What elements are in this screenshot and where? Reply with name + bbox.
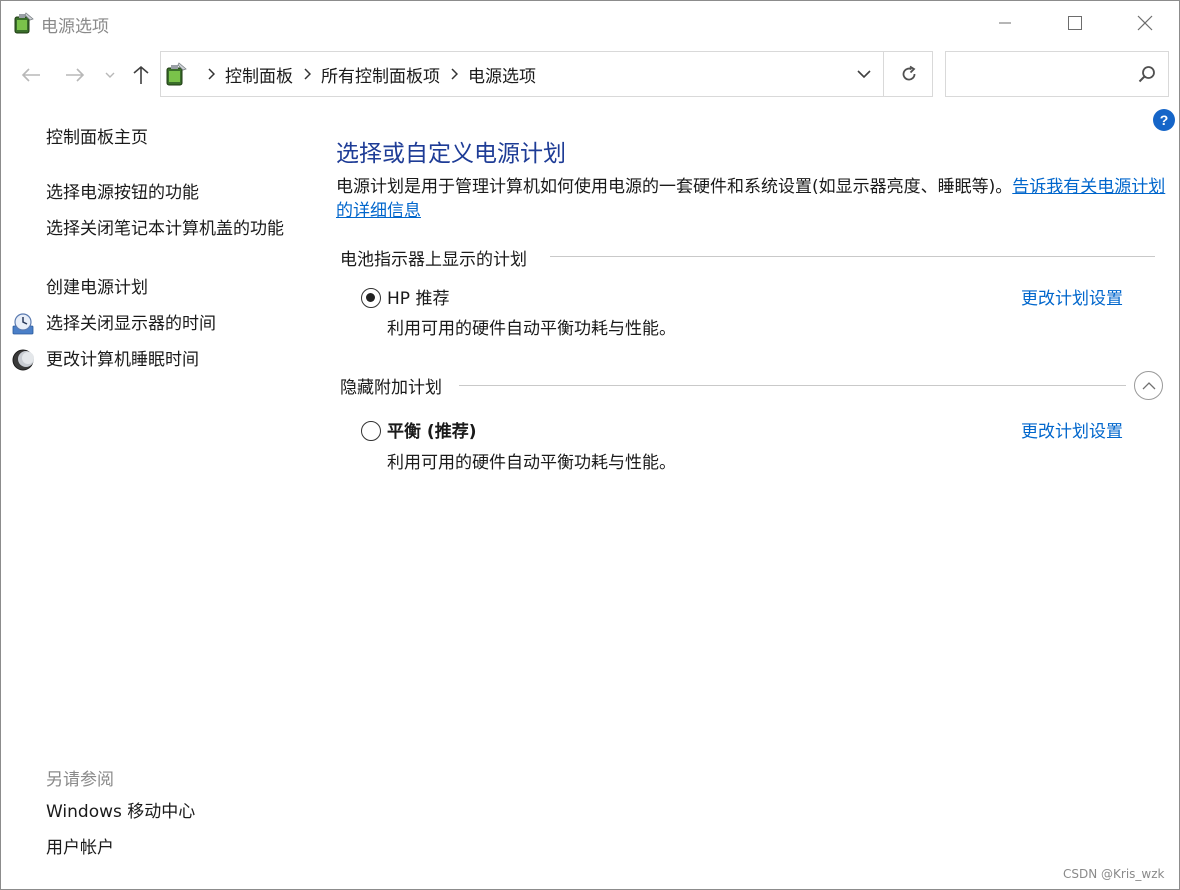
hidden-plans-header: 隐藏附加计划 [340,378,442,398]
sidebar-link-create-plan[interactable]: 创建电源计划 [46,276,148,300]
page-title: 选择或自定义电源计划 [336,141,566,167]
refresh-icon [902,65,916,81]
see-also-mobility-center[interactable]: Windows 移动中心 [46,800,195,824]
moon-sleep-icon [11,348,35,372]
breadcrumb-power-options[interactable]: 电源选项 [468,62,536,87]
sidebar-link-display-off[interactable]: 选择关闭显示器的时间 [46,312,216,336]
sidebar-home-link[interactable]: 控制面板主页 [46,126,148,150]
plan-radio-balanced[interactable] [361,421,381,441]
plan-radio-hp[interactable] [361,288,381,308]
watermark-text: CSDN @Kris_wzk [1063,867,1165,881]
change-plan-settings-link-balanced[interactable]: 更改计划设置 [1021,417,1123,442]
maximize-button[interactable] [1040,1,1110,45]
plan-description-balanced: 利用可用的硬件自动平衡功耗与性能。 [387,453,676,473]
maximize-icon [1068,16,1082,30]
close-icon [1137,15,1153,31]
chevron-right-icon[interactable] [197,68,225,80]
breadcrumb-all-items[interactable]: 所有控制面板项 [321,62,440,87]
plan-name-hp[interactable]: HP 推荐 [387,284,449,309]
section-divider [550,256,1155,257]
arrow-left-icon [21,68,40,82]
chevron-down-icon [105,72,115,78]
power-options-window: 电源选项 控制面板 所有控制面板项 电源选项 ? 控制面板主页 选择电源按钮的功… [0,0,1180,890]
search-icon [1138,66,1155,83]
up-button[interactable] [127,59,155,91]
chevron-down-icon [857,70,871,79]
arrow-up-icon [133,65,149,84]
minimize-button[interactable] [970,1,1040,45]
page-description: 电源计划是用于管理计算机如何使用电源的一套硬件和系统设置(如显示器亮度、睡眠等)… [336,175,1166,223]
help-icon[interactable]: ? [1153,109,1175,131]
forward-button[interactable] [61,59,89,91]
collapse-button[interactable] [1134,371,1163,400]
arrow-right-icon [66,68,85,82]
chevron-up-icon [1142,381,1155,389]
refresh-button[interactable] [885,52,933,96]
breadcrumb: 控制面板 所有控制面板项 电源选项 [197,52,536,96]
plan-name-balanced[interactable]: 平衡 (推荐) [387,417,476,442]
address-bar[interactable]: 控制面板 所有控制面板项 电源选项 [160,51,933,97]
close-button[interactable] [1110,1,1179,45]
sidebar-link-sleep-time[interactable]: 更改计算机睡眠时间 [46,348,199,372]
address-divider [883,52,884,96]
breadcrumb-control-panel[interactable]: 控制面板 [225,62,293,87]
title-bar: 电源选项 [1,1,1179,45]
address-history-button[interactable] [844,52,884,96]
chevron-right-icon[interactable] [440,68,468,80]
section-divider [459,385,1126,386]
plan-description-hp: 利用可用的硬件自动平衡功耗与性能。 [387,319,676,339]
change-plan-settings-link-hp[interactable]: 更改计划设置 [1021,284,1123,309]
sidebar-link-power-button[interactable]: 选择电源按钮的功能 [46,181,199,205]
control-panel-icon [164,61,188,87]
battery-plans-header: 电池指示器上显示的计划 [340,250,527,270]
window-title: 电源选项 [41,17,109,37]
sidebar-link-lid-close[interactable]: 选择关闭笔记本计算机盖的功能 [46,217,296,241]
power-options-app-icon [13,11,35,35]
description-text: 电源计划是用于管理计算机如何使用电源的一套硬件和系统设置(如显示器亮度、睡眠等)… [336,177,1013,197]
search-input[interactable] [945,51,1169,97]
back-button[interactable] [17,59,45,91]
chevron-right-icon[interactable] [293,68,321,80]
clock-monitor-icon [11,312,35,336]
minimize-icon [999,22,1011,24]
recent-locations-button[interactable] [101,59,119,91]
see-also-user-accounts[interactable]: 用户帐户 [46,836,114,860]
see-also-label: 另请参阅 [46,770,114,790]
